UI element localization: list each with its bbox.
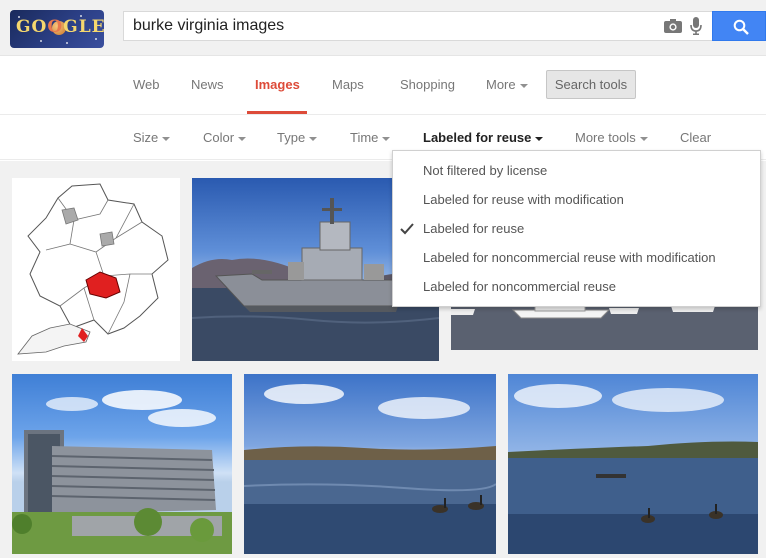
tab-news[interactable]: News: [191, 77, 224, 92]
filter-time[interactable]: Time: [350, 130, 391, 145]
image-result-map[interactable]: [12, 178, 180, 361]
filter-size[interactable]: Size: [133, 130, 171, 145]
magnifier-icon: [733, 19, 749, 35]
active-tab-indicator: [247, 111, 307, 114]
search-box[interactable]: [123, 11, 713, 41]
chevron-down-icon: [535, 136, 544, 141]
search-header: GOOGLE: [0, 0, 766, 56]
filter-usage-rights[interactable]: Labeled for reuse: [423, 130, 544, 145]
filter-type[interactable]: Type: [277, 130, 318, 145]
google-doodle-logo[interactable]: GOOGLE: [10, 10, 104, 48]
filter-clear[interactable]: Clear: [680, 130, 711, 145]
tab-shopping[interactable]: Shopping: [400, 77, 455, 92]
filter-more-tools[interactable]: More tools: [575, 130, 648, 145]
search-button[interactable]: [712, 11, 766, 41]
menu-item-noncommercial-reuse[interactable]: Labeled for noncommercial reuse: [423, 279, 616, 294]
menu-item-reuse[interactable]: Labeled for reuse: [423, 221, 524, 236]
menu-item-noncommercial-reuse-with-modification[interactable]: Labeled for noncommercial reuse with mod…: [423, 250, 716, 265]
search-input[interactable]: [133, 16, 653, 36]
image-result-lake-geese[interactable]: [244, 374, 496, 554]
search-tools-button[interactable]: Search tools: [546, 70, 636, 99]
filter-color-label: Color: [203, 130, 235, 145]
menu-item-not-filtered[interactable]: Not filtered by license: [423, 163, 547, 178]
search-tabs: Web News Images Maps Shopping More Searc…: [0, 57, 766, 115]
chevron-down-icon: [519, 83, 528, 88]
chevron-down-icon: [309, 136, 318, 141]
filter-type-label: Type: [277, 130, 306, 145]
filter-size-label: Size: [133, 130, 159, 145]
menu-item-reuse-with-modification[interactable]: Labeled for reuse with modification: [423, 192, 624, 207]
tab-maps[interactable]: Maps: [332, 77, 364, 92]
image-result-building[interactable]: [12, 374, 232, 554]
filter-time-label: Time: [350, 130, 379, 145]
tab-more[interactable]: More: [486, 77, 528, 92]
camera-icon[interactable]: [664, 19, 682, 33]
checkmark-icon: [400, 223, 414, 235]
microphone-icon[interactable]: [690, 17, 702, 35]
image-result-lake-2[interactable]: [508, 374, 758, 554]
tab-images[interactable]: Images: [255, 77, 300, 92]
tab-more-label: More: [486, 77, 516, 92]
usage-rights-menu: Not filtered by license Labeled for reus…: [392, 150, 761, 307]
chevron-down-icon: [238, 136, 247, 141]
chevron-down-icon: [382, 136, 391, 141]
filter-more-tools-label: More tools: [575, 130, 636, 145]
chevron-down-icon: [162, 136, 171, 141]
chevron-down-icon: [639, 136, 648, 141]
filter-usage-rights-label: Labeled for reuse: [423, 130, 532, 145]
tab-web[interactable]: Web: [133, 77, 160, 92]
filter-color[interactable]: Color: [203, 130, 247, 145]
